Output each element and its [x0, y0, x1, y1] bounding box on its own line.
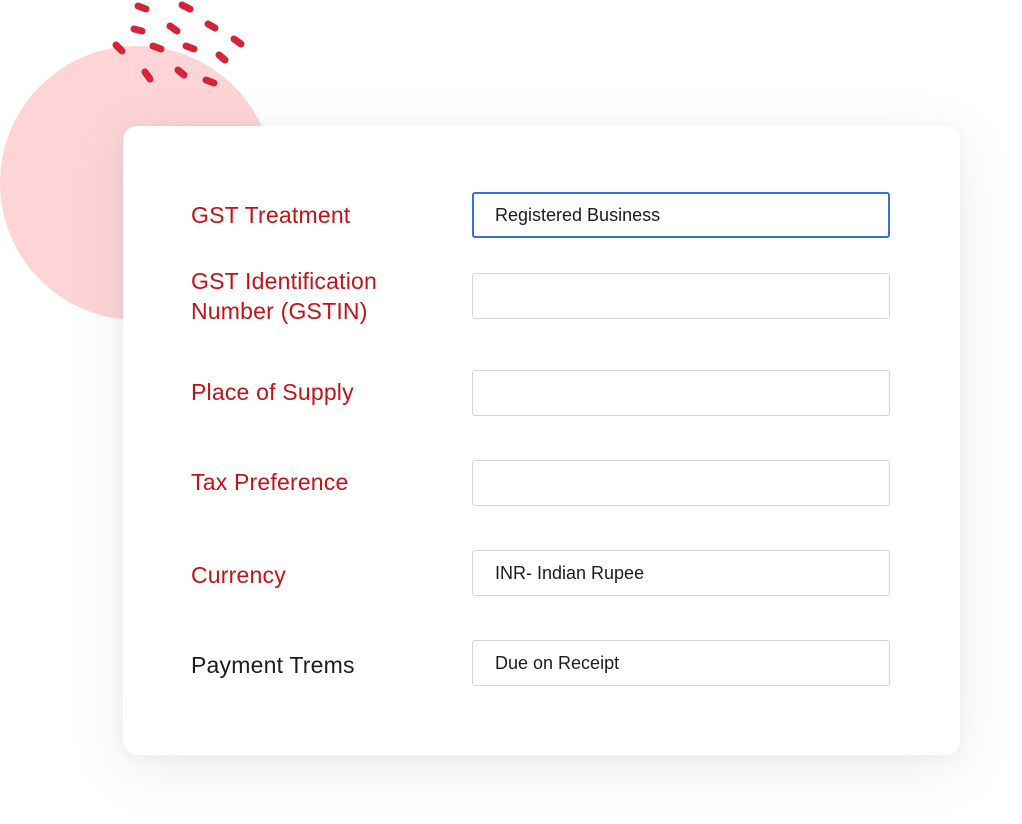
gstin-label-line-1: GST Identification [191, 268, 377, 294]
gstin-label: GST Identification Number (GSTIN) [191, 266, 377, 326]
tax-preference-label: Tax Preference [191, 469, 349, 495]
currency-field[interactable]: INR- Indian Rupee [472, 550, 890, 596]
currency-label: Currency [191, 562, 286, 588]
tax-settings-card: GST Treatment Registered Business GST Id… [123, 126, 960, 755]
gstin-label-line-2: Number (GSTIN) [191, 298, 368, 324]
place-of-supply-label: Place of Supply [191, 379, 354, 405]
decorative-dots [112, 1, 245, 87]
place-of-supply-field[interactable] [472, 370, 890, 416]
gst-treatment-field[interactable]: Registered Business [472, 192, 890, 238]
gstin-field[interactable] [472, 273, 890, 319]
gst-treatment-label: GST Treatment [191, 202, 351, 228]
payment-terms-label: Payment Trems [191, 652, 355, 678]
tax-preference-field[interactable] [472, 460, 890, 506]
payment-terms-field[interactable]: Due on Receipt [472, 640, 890, 686]
